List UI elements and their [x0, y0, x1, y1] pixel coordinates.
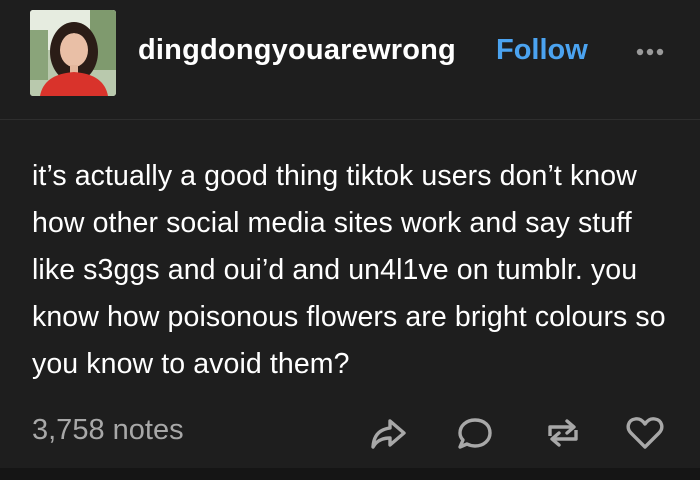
more-dots-icon[interactable]: [630, 42, 670, 62]
avatar-image: [30, 10, 116, 96]
reblog-icon[interactable]: [543, 413, 583, 453]
avatar[interactable]: [30, 10, 116, 96]
post-body-text: it’s actually a good thing tiktok users …: [32, 160, 666, 380]
share-icon[interactable]: [368, 413, 408, 453]
follow-button[interactable]: Follow: [496, 34, 588, 67]
post-header: dingdongyouarewrong Follow: [0, 0, 700, 120]
heart-icon[interactable]: [625, 413, 665, 453]
reply-icon[interactable]: [455, 413, 495, 453]
bottom-divider: [0, 468, 700, 480]
tumblr-post: dingdongyouarewrong Follow it’s actually…: [0, 0, 700, 480]
notes-count[interactable]: 3,758 notes: [32, 414, 184, 447]
post-footer: 3,758 notes: [0, 400, 700, 462]
username-link[interactable]: dingdongyouarewrong: [138, 34, 456, 67]
